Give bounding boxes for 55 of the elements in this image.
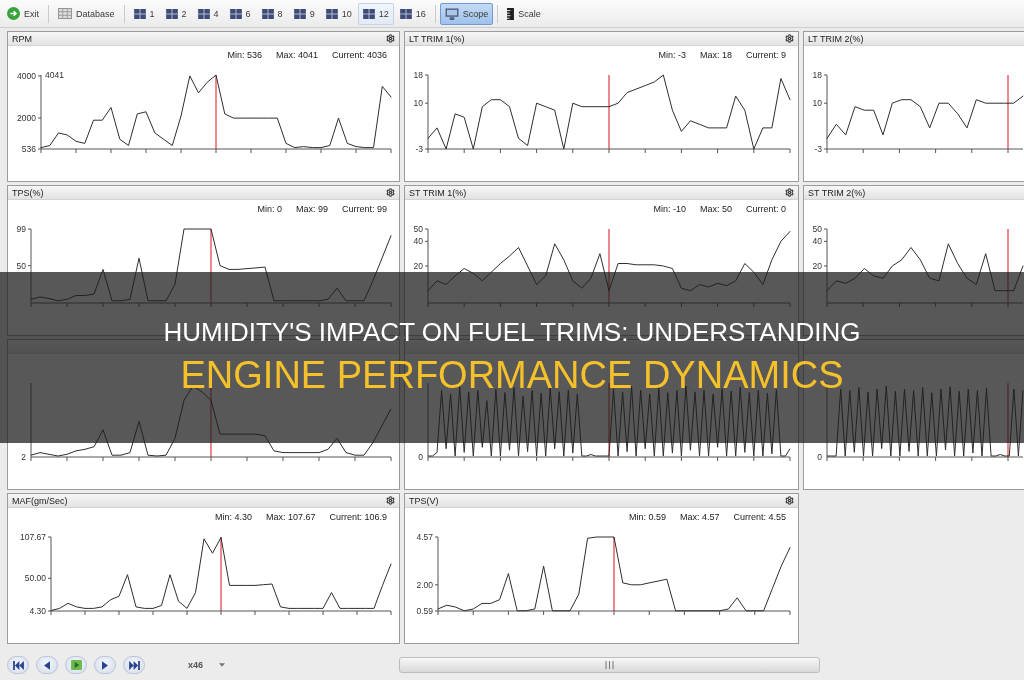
graph-stat: Max: 99	[295, 204, 328, 214]
graph-title: ST TRIM 1(%)	[409, 187, 467, 198]
y-tick-label: 50	[16, 260, 26, 271]
y-tick-label: -3	[415, 144, 423, 154]
graph-stat: Min: 4.30	[214, 512, 252, 522]
graph-stat: Min: 0	[257, 204, 282, 214]
y-tick-label: 107.67	[20, 532, 46, 542]
y-tick-label: 4.57	[416, 532, 433, 542]
graph-title: TPS(%)	[12, 187, 44, 198]
graph-stat: Max: 4.57	[679, 512, 720, 522]
y-tick-label: 40	[413, 236, 423, 247]
y-tick-label: 10	[812, 98, 822, 109]
y-tick-label: 20	[812, 261, 822, 271]
graph-stat: Max: 4041	[275, 50, 318, 60]
y-tick-label: 18	[812, 70, 822, 80]
y-tick-label: 2000	[17, 113, 36, 124]
graph-title: MAF(gm/Sec)	[12, 495, 68, 506]
banner-title: HUMIDITY'S IMPACT ON FUEL TRIMS: UNDERSTANDING	[163, 318, 861, 347]
graph-stat: Current: 4036	[331, 50, 387, 60]
graph-stat: Current: 4.55	[733, 512, 786, 522]
y-tick-label: 10	[413, 98, 423, 109]
graph-title: RPM	[12, 33, 32, 44]
graph-stat: Max: 18	[699, 50, 732, 60]
graph-stat: Current: 106.9	[329, 512, 387, 522]
y-axis-label: 0	[418, 452, 423, 462]
y-tick-label: 18	[413, 70, 423, 80]
y-tick-label: 50	[413, 224, 423, 234]
y-axis-label: 2	[21, 452, 26, 462]
y-tick-label: 50	[812, 224, 822, 234]
banner-title: ENGINE PERFORMANCE DYNAMICS	[180, 354, 844, 397]
y-tick-label: 0.59	[416, 606, 433, 616]
graph-stat: Min: 536	[227, 50, 262, 60]
graph-title: TPS(V)	[409, 495, 439, 506]
y-tick-label: 50.00	[24, 573, 46, 584]
y-tick-label: 20	[413, 261, 423, 271]
graph-stat: Max: 107.67	[265, 512, 316, 522]
y-tick-label: -3	[814, 144, 822, 154]
graph-stat: Current: 0	[745, 204, 786, 214]
y-tick-label: 40	[812, 236, 822, 247]
y-tick-label: 2.00	[416, 579, 433, 590]
graph-stat: Min: -10	[653, 204, 686, 214]
graph-stat: Min: 0.59	[628, 512, 666, 522]
graph-title: LT TRIM 1(%)	[409, 33, 465, 44]
graph-stat: Max: 50	[699, 204, 732, 214]
graph-title: ST TRIM 2(%)	[808, 187, 866, 198]
y-tick-label: 4000	[17, 70, 36, 81]
max-label: 4041	[45, 70, 64, 80]
graph-stat: Current: 9	[745, 50, 786, 60]
graph-stat: Min: -3	[658, 50, 686, 60]
y-tick-label: 536	[21, 144, 36, 154]
graph-title: LT TRIM 2(%)	[808, 33, 864, 44]
y-tick-label: 4.30	[29, 606, 46, 616]
y-tick-label: 99	[16, 224, 26, 234]
graph-stat: Current: 99	[341, 204, 387, 214]
y-axis-label: 0	[817, 452, 822, 462]
